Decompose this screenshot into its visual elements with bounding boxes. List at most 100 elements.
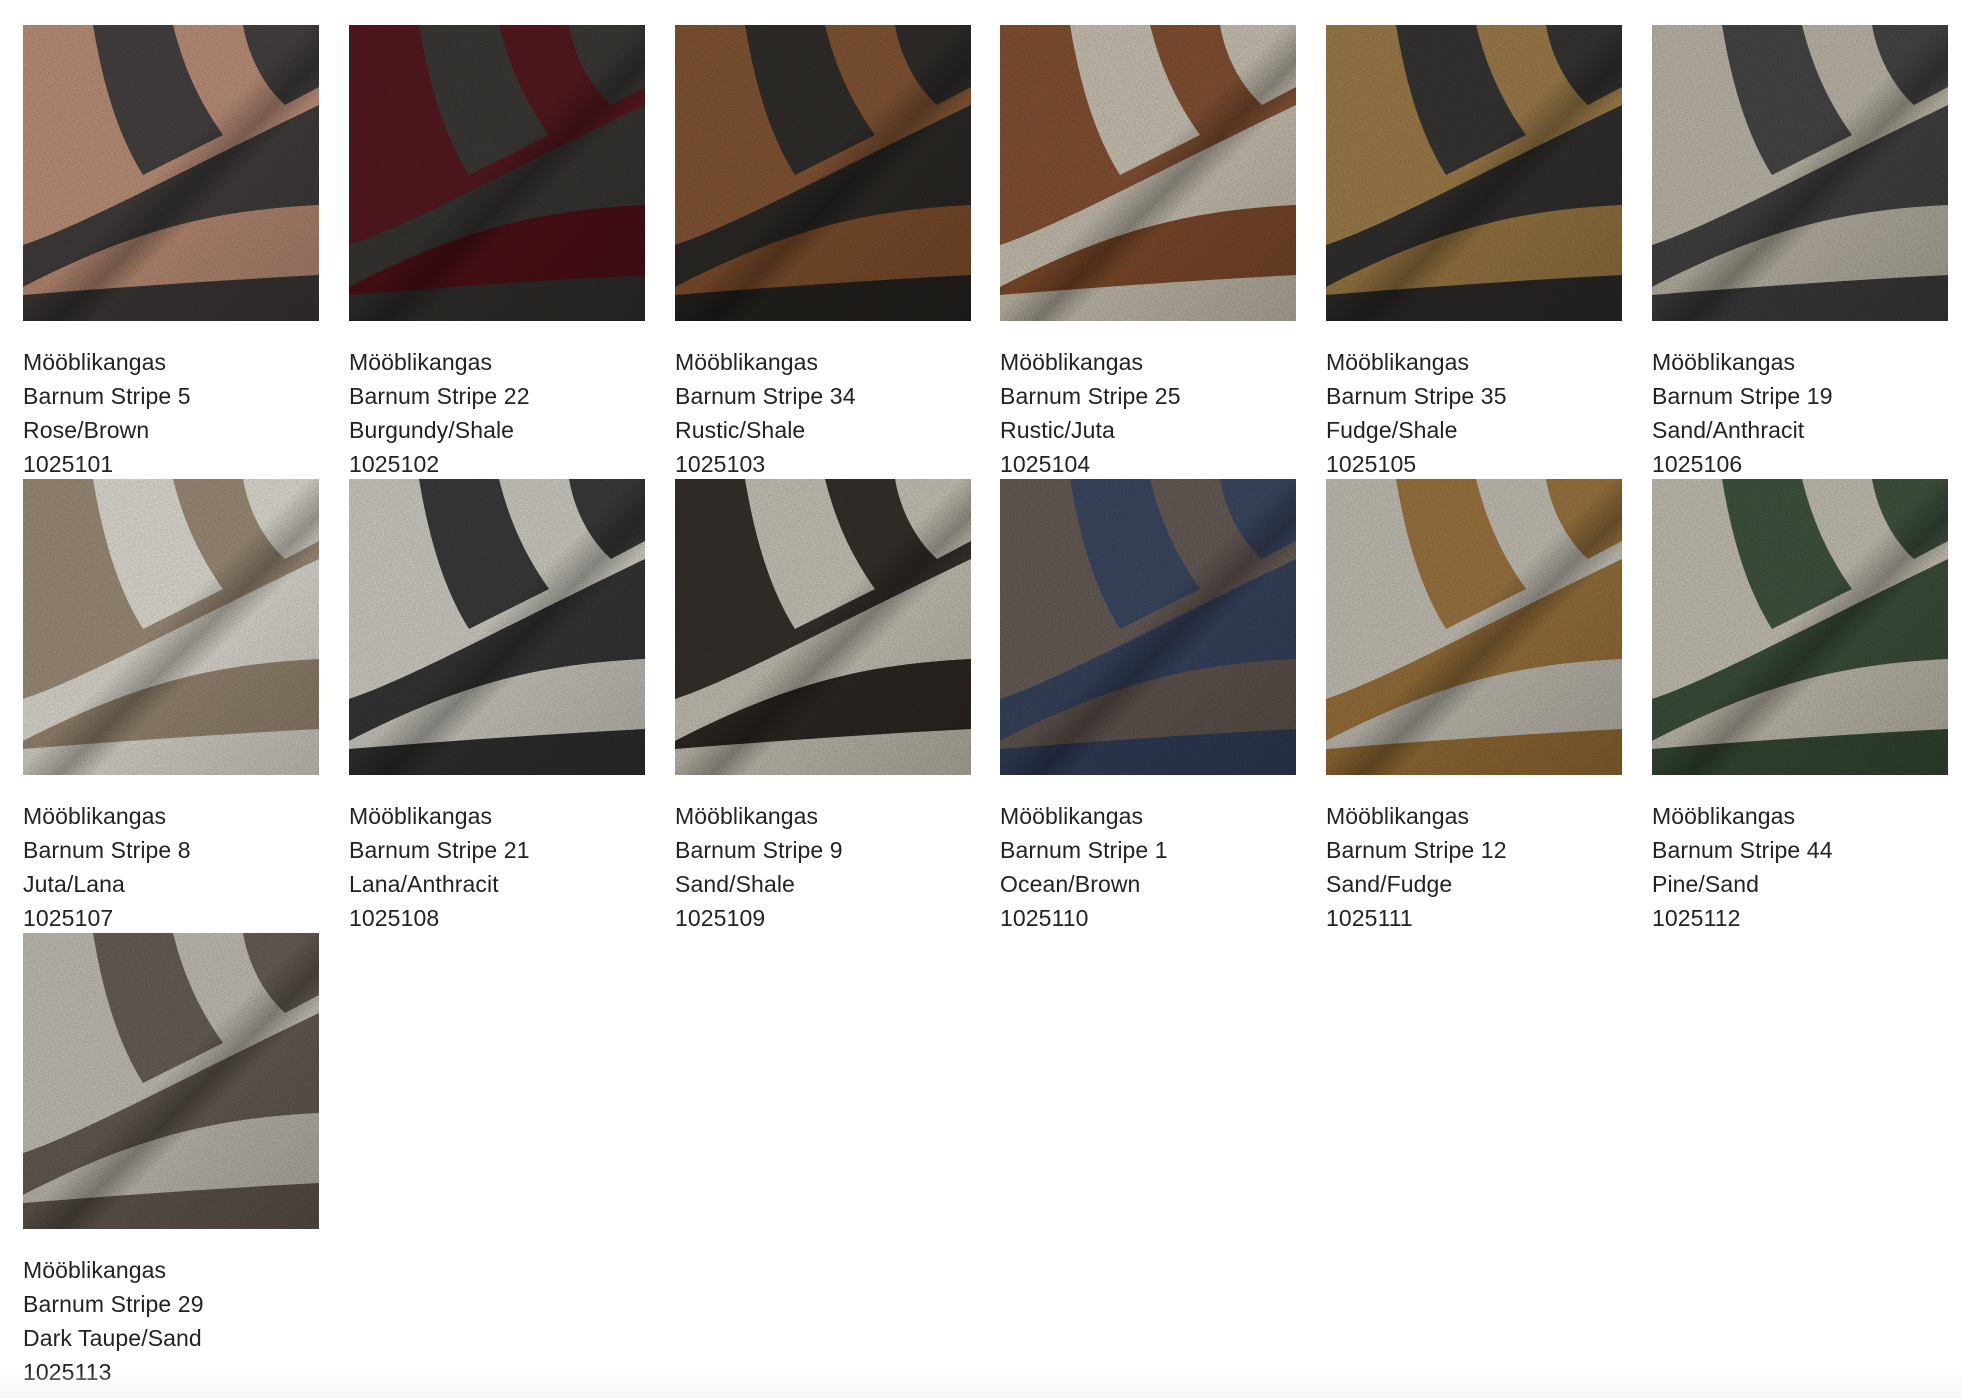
product-category: Mööblikangas (1326, 803, 1470, 829)
product-image-link[interactable] (1326, 25, 1622, 321)
product-grid: Mööblikangas Barnum Stripe 5 Rose/Brown 102… (0, 0, 1962, 1398)
product-code: 1025108 (349, 905, 440, 931)
fabric-swatch-image (1326, 479, 1622, 775)
product-category: Mööblikangas (1652, 349, 1796, 375)
product-image-link[interactable] (1652, 479, 1948, 775)
product-image-link[interactable] (23, 25, 319, 321)
fabric-swatch-image (23, 25, 319, 321)
product-info: Mööblikangas Barnum Stripe 8 Juta/Lana 1025… (23, 799, 343, 935)
product-code: 1025104 (1000, 451, 1091, 477)
product-info: Mööblikangas Barnum Stripe 35 Fudge/Shale 1… (1326, 345, 1646, 481)
product-code: 1025110 (1000, 905, 1089, 931)
product-code: 1025107 (23, 905, 114, 931)
product-name[interactable]: Barnum Stripe 5 (23, 379, 343, 413)
swatch-texture (675, 25, 971, 321)
product-name[interactable]: Barnum Stripe 12 (1326, 833, 1646, 867)
product-name[interactable]: Barnum Stripe 22 (349, 379, 669, 413)
swatch-texture (23, 479, 319, 775)
product-name[interactable]: Barnum Stripe 29 (23, 1287, 343, 1321)
product-category: Mööblikangas (23, 803, 167, 829)
fabric-swatch-image (1000, 479, 1296, 775)
product-name[interactable]: Barnum Stripe 19 (1652, 379, 1962, 413)
product-color-name: Dark Taupe/Sand (23, 1325, 202, 1351)
fabric-swatch-image (349, 25, 645, 321)
product-color-name: Pine/Sand (1652, 871, 1760, 897)
product-color-name: Lana/Anthracit (349, 871, 499, 897)
product-info: Mööblikangas Barnum Stripe 1 Ocean/Brown 10… (1000, 799, 1320, 935)
product-info: Mööblikangas Barnum Stripe 5 Rose/Brown 102… (23, 345, 343, 481)
swatch-texture (23, 25, 319, 321)
product-code: 1025109 (675, 905, 766, 931)
product-image-link[interactable] (349, 25, 645, 321)
product-color-name: Ocean/Brown (1000, 871, 1141, 897)
product-category: Mööblikangas (1000, 803, 1144, 829)
fabric-swatch-image (1000, 25, 1296, 321)
product-name[interactable]: Barnum Stripe 21 (349, 833, 669, 867)
swatch-texture (1652, 25, 1948, 321)
product-color-name: Rustic/Juta (1000, 417, 1115, 443)
product-color-name: Fudge/Shale (1326, 417, 1458, 443)
product-info: Mööblikangas Barnum Stripe 34 Rustic/Shale… (675, 345, 995, 481)
swatch-texture (1000, 479, 1296, 775)
swatch-texture (675, 479, 971, 775)
fabric-swatch-image (349, 479, 645, 775)
product-category: Mööblikangas (675, 803, 819, 829)
product-image-link[interactable] (23, 933, 319, 1229)
product-color-name: Sand/Anthracit (1652, 417, 1805, 443)
product-name[interactable]: Barnum Stripe 8 (23, 833, 343, 867)
product-image-link[interactable] (349, 479, 645, 775)
fabric-swatch-image (1326, 25, 1622, 321)
fabric-swatch-image (1652, 25, 1948, 321)
product-name[interactable]: Barnum Stripe 35 (1326, 379, 1646, 413)
product-color-name: Sand/Fudge (1326, 871, 1453, 897)
product-color-name: Juta/Lana (23, 871, 125, 897)
product-image-link[interactable] (1000, 479, 1296, 775)
product-info: Mööblikangas Barnum Stripe 44 Pine/Sand 102… (1652, 799, 1962, 935)
product-info: Mööblikangas Barnum Stripe 9 Sand/Shale 102… (675, 799, 995, 935)
product-color-name: Burgundy/Shale (349, 417, 515, 443)
product-image-link[interactable] (675, 479, 971, 775)
swatch-texture (349, 25, 645, 321)
product-category: Mööblikangas (23, 1257, 167, 1283)
product-code: 1025102 (349, 451, 440, 477)
product-name[interactable]: Barnum Stripe 1 (1000, 833, 1320, 867)
product-color-name: Rustic/Shale (675, 417, 806, 443)
product-info: Mööblikangas Barnum Stripe 21 Lana/Anthrac… (349, 799, 669, 935)
swatch-texture (349, 479, 645, 775)
swatch-texture (1652, 479, 1948, 775)
product-color-name: Rose/Brown (23, 417, 150, 443)
product-image-link[interactable] (23, 479, 319, 775)
fabric-swatch-image (23, 479, 319, 775)
swatch-texture (1326, 479, 1622, 775)
product-info: Mööblikangas Barnum Stripe 22 Burgundy/Sha… (349, 345, 669, 481)
product-info: Mööblikangas Barnum Stripe 12 Sand/Fudge 10… (1326, 799, 1646, 935)
product-category: Mööblikangas (349, 803, 493, 829)
product-category: Mööblikangas (23, 349, 167, 375)
product-image-link[interactable] (1652, 25, 1948, 321)
product-category: Mööblikangas (1652, 803, 1796, 829)
product-name[interactable]: Barnum Stripe 34 (675, 379, 995, 413)
product-image-link[interactable] (1326, 479, 1622, 775)
product-info: Mööblikangas Barnum Stripe 19 Sand/Anthrac… (1652, 345, 1962, 481)
product-image-link[interactable] (675, 25, 971, 321)
swatch-texture (1326, 25, 1622, 321)
product-category: Mööblikangas (1000, 349, 1144, 375)
fabric-swatch-image (675, 25, 971, 321)
product-code: 1025103 (675, 451, 766, 477)
swatch-texture (23, 933, 319, 1229)
product-code: 1025112 (1652, 905, 1741, 931)
fabric-swatch-image (1652, 479, 1948, 775)
product-name[interactable]: Barnum Stripe 25 (1000, 379, 1320, 413)
product-info: Mööblikangas Barnum Stripe 25 Rustic/Juta 1… (1000, 345, 1320, 481)
product-category: Mööblikangas (1326, 349, 1470, 375)
fabric-swatch-image (23, 933, 319, 1229)
product-category: Mööblikangas (349, 349, 493, 375)
product-name[interactable]: Barnum Stripe 44 (1652, 833, 1962, 867)
product-code: 1025106 (1652, 451, 1743, 477)
product-color-name: Sand/Shale (675, 871, 795, 897)
product-code: 1025111 (1326, 905, 1413, 931)
product-info: Mööblikangas Barnum Stripe 29 Dark Taupe/S… (23, 1253, 343, 1389)
product-image-link[interactable] (1000, 25, 1296, 321)
product-code: 1025101 (23, 451, 114, 477)
product-name[interactable]: Barnum Stripe 9 (675, 833, 995, 867)
